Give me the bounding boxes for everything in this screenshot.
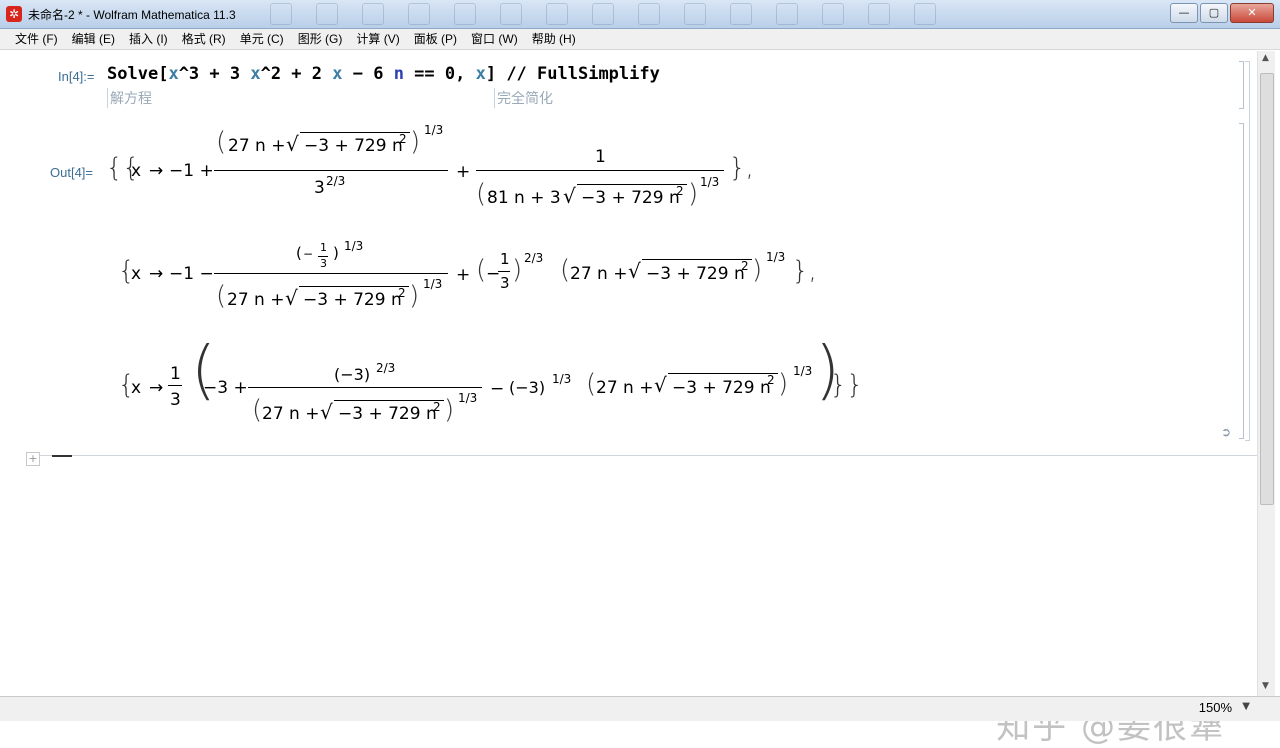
title-bar: ✲ 未命名-2 * - Wolfram Mathematica 11.3 — ▢… <box>0 0 1280 29</box>
vertical-scrollbar[interactable]: ▲ ▼ <box>1257 51 1275 696</box>
menu-cell[interactable]: 单元 (C) <box>233 29 291 49</box>
input-cell-bracket[interactable] <box>1239 61 1244 109</box>
menu-evaluation[interactable]: 计算 (V) <box>349 29 406 49</box>
input-label: In[4]:= <box>58 69 95 84</box>
insertion-caret <box>52 455 72 457</box>
menu-window[interactable]: 窗口 (W) <box>464 29 525 49</box>
input-expression[interactable]: Solve[x^3 + 3 x^2 + 2 x − 6 n == 0, x] /… <box>107 64 660 84</box>
scroll-thumb[interactable] <box>1260 73 1274 505</box>
add-cell-icon[interactable]: + <box>26 452 40 466</box>
mathematica-icon: ✲ <box>6 6 22 22</box>
window-title: 未命名-2 * - Wolfram Mathematica 11.3 <box>28 8 236 22</box>
hint-solve: 解方程 <box>107 88 152 108</box>
menu-palettes[interactable]: 面板 (P) <box>407 29 464 49</box>
status-bar: 150% ▼ <box>0 696 1280 721</box>
close-button[interactable]: ✕ <box>1230 3 1274 23</box>
toolbar-ghost <box>270 3 936 25</box>
hint-fullsimplify: 完全简化 <box>494 88 553 108</box>
group-bracket[interactable] <box>1245 61 1250 441</box>
notebook[interactable]: In[4]:= Solve[x^3 + 3 x^2 + 2 x − 6 n ==… <box>0 51 1257 747</box>
maximize-button[interactable]: ▢ <box>1200 3 1228 23</box>
suggestion-arrow-icon[interactable]: ➲ <box>1221 425 1231 439</box>
menu-bar: 文件 (F) 编辑 (E) 插入 (I) 格式 (R) 单元 (C) 图形 (G… <box>0 29 1280 50</box>
menu-insert[interactable]: 插入 (I) <box>122 29 175 49</box>
menu-format[interactable]: 格式 (R) <box>175 29 233 49</box>
minimize-button[interactable]: — <box>1170 3 1198 23</box>
menu-graphics[interactable]: 图形 (G) <box>291 29 350 49</box>
cell-insertion-line[interactable] <box>40 455 1257 456</box>
output-cell-bracket[interactable] <box>1239 123 1244 439</box>
menu-help[interactable]: 帮助 (H) <box>525 29 583 49</box>
scroll-up-icon[interactable]: ▲ <box>1262 53 1269 63</box>
menu-file[interactable]: 文件 (F) <box>8 29 65 49</box>
zoom-dropdown-icon[interactable]: ▼ <box>1242 701 1250 712</box>
menu-edit[interactable]: 编辑 (E) <box>65 29 122 49</box>
output-label: Out[4]= <box>50 165 93 180</box>
zoom-level[interactable]: 150% <box>1199 700 1232 715</box>
scroll-down-icon[interactable]: ▼ <box>1262 681 1269 691</box>
